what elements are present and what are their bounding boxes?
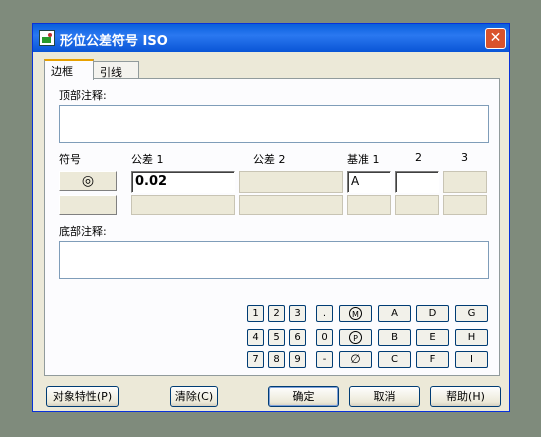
tab-frame[interactable]: 边框: [44, 59, 94, 80]
datum2-field[interactable]: [395, 171, 439, 193]
key-2[interactable]: 2: [268, 305, 285, 322]
tolerance2-row2-field: [239, 195, 343, 215]
tolerance1-value-field[interactable]: 0.02: [131, 171, 235, 193]
symbol-label: 符号: [59, 153, 81, 166]
datum-c-button[interactable]: C: [378, 351, 411, 368]
datum-a-button[interactable]: A: [378, 305, 411, 322]
datum-f-button[interactable]: F: [416, 351, 449, 368]
bottom-note-label: 底部注释:: [59, 225, 107, 238]
datum-b-button[interactable]: B: [378, 329, 411, 346]
modifier-projected-button[interactable]: P: [339, 329, 372, 346]
gdt-dialog: 形位公差符号 ISO ✕ 边框 引线 顶部注释: 符号 公差 1 公差 2 基准…: [32, 23, 510, 412]
datum1-row2-field: [347, 195, 391, 215]
key-4[interactable]: 4: [247, 329, 264, 346]
object-properties-button[interactable]: 对象特性(P): [46, 386, 119, 407]
key-5[interactable]: 5: [268, 329, 285, 346]
key-9[interactable]: 9: [289, 351, 306, 368]
tab-leader[interactable]: 引线: [93, 61, 139, 79]
symbol2-button[interactable]: [59, 195, 117, 215]
key-7[interactable]: 7: [247, 351, 264, 368]
datum-i-button[interactable]: I: [455, 351, 488, 368]
tolerance1-label: 公差 1: [131, 153, 164, 166]
top-note-label: 顶部注释:: [59, 89, 107, 102]
close-button[interactable]: ✕: [485, 28, 506, 49]
app-icon: [39, 30, 55, 46]
key-dot[interactable]: .: [316, 305, 333, 322]
tolerance1-row2-field: [131, 195, 235, 215]
datum-d-button[interactable]: D: [416, 305, 449, 322]
top-note-input[interactable]: [59, 105, 489, 143]
key-8[interactable]: 8: [268, 351, 285, 368]
cancel-button[interactable]: 取消: [349, 386, 420, 407]
tolerance2-label: 公差 2: [253, 153, 286, 166]
datum1-field[interactable]: A: [347, 171, 391, 193]
modifier-mmc-button[interactable]: M: [339, 305, 372, 322]
bottom-note-input[interactable]: [59, 241, 489, 279]
title-bar[interactable]: 形位公差符号 ISO ✕: [33, 24, 509, 52]
datum3-row2-field: [443, 195, 487, 215]
key-6[interactable]: 6: [289, 329, 306, 346]
help-button[interactable]: 帮助(H): [430, 386, 501, 407]
datum-h-button[interactable]: H: [455, 329, 488, 346]
datum1-label: 基准 1: [347, 153, 380, 166]
key-minus[interactable]: -: [316, 351, 333, 368]
datum2-label: 2: [415, 151, 422, 164]
key-1[interactable]: 1: [247, 305, 264, 322]
datum3-label: 3: [461, 151, 468, 164]
modifier-diameter-button[interactable]: ∅: [339, 351, 372, 368]
datum-g-button[interactable]: G: [455, 305, 488, 322]
datum-e-button[interactable]: E: [416, 329, 449, 346]
symbol-concentricity-button[interactable]: ◎: [59, 171, 117, 191]
window-title: 形位公差符号 ISO: [60, 34, 168, 49]
clear-button[interactable]: 清除(C): [170, 386, 218, 407]
projected-icon: P: [349, 330, 362, 344]
key-0[interactable]: 0: [316, 329, 333, 346]
tolerance2-value-field: [239, 171, 343, 193]
mmc-icon: M: [349, 306, 362, 320]
frame-tab-page: 顶部注释: 符号 公差 1 公差 2 基准 1 2 3 ◎ 0.02 A 底部注…: [44, 78, 500, 376]
key-3[interactable]: 3: [289, 305, 306, 322]
datum3-field: [443, 171, 487, 193]
datum2-row2-field: [395, 195, 439, 215]
ok-button[interactable]: 确定: [268, 386, 339, 407]
